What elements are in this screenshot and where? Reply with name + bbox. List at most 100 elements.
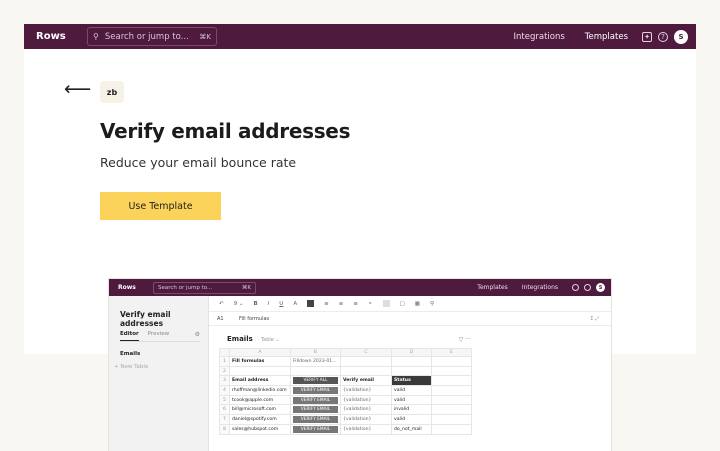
row-number: 7	[219, 414, 230, 425]
table-row: 2	[219, 365, 472, 377]
table-cell: VERIFY ALL	[290, 375, 341, 387]
preview-formula-bar: A1 Fill formulas Σ ⤢	[209, 312, 611, 326]
table-cell: tcook@apple.com	[229, 394, 291, 406]
page-subtitle: Reduce your email bounce rate	[100, 155, 297, 170]
preview-chart-icon: ▦	[414, 300, 420, 307]
gift-icon[interactable]: ✦	[642, 31, 652, 42]
preview-align-right-icon: ≡	[353, 300, 358, 307]
preview-search: Search or jump to... ⌘K	[153, 281, 256, 294]
table-cell	[431, 414, 472, 425]
table-cell: {validation}	[340, 423, 392, 435]
preview-color-swatch	[307, 300, 315, 307]
preview-help-icon	[584, 284, 591, 291]
preview-table-header: Emails · Table ⌄	[227, 335, 280, 343]
verify-email-button: VERIFY EMAIL	[293, 386, 338, 394]
table-row: 1 Fill formulas Filldown 2023-01...	[219, 356, 472, 367]
table-cell	[431, 365, 472, 377]
table-cell	[391, 365, 432, 377]
preview-search-placeholder: Search or jump to...	[158, 284, 213, 291]
preview-table-item: Emails	[120, 351, 141, 357]
use-template-button[interactable]: Use Template	[100, 192, 221, 220]
preview-avatar: S	[596, 283, 605, 292]
table-cell	[431, 394, 472, 406]
preview-table-type: · Table ⌄	[257, 337, 280, 343]
preview-underline-icon: U	[279, 300, 284, 307]
table-row: 3 Email address VERIFY ALL Verify email …	[219, 375, 472, 387]
preview-comment-icon: ▢	[399, 300, 405, 307]
top-app-bar: Rows ⚲ Search or jump to... ⌘K Integrati…	[24, 24, 696, 49]
preview-toolbar: ↶ 9 ⌄ B I U A ≡ ≡ ≡ ⚬ ▢ ▦ ⚲	[209, 296, 611, 312]
table-cell: {validation}	[340, 394, 392, 406]
preview-formula-icon: Σ ⤢	[590, 315, 599, 322]
preview-gift-icon	[572, 284, 579, 291]
table-cell	[229, 365, 291, 377]
preview-filter-icons: ▽ ···	[458, 336, 471, 343]
table-cell: VERIFY EMAIL	[290, 394, 341, 406]
table-cell	[340, 365, 392, 377]
back-arrow-icon[interactable]: ⟵	[64, 79, 91, 99]
top-nav: Integrations Templates ✦ ? S	[514, 29, 696, 44]
help-icon[interactable]: ?	[658, 31, 668, 42]
search-input[interactable]: ⚲ Search or jump to... ⌘K	[87, 27, 217, 46]
table-cell	[431, 375, 472, 387]
table-cell: Email address	[229, 375, 291, 387]
table-cell: valid	[391, 394, 432, 406]
table-cell: valid	[391, 385, 432, 396]
table-row: 7 daniel@spotify.com VERIFY EMAIL {valid…	[219, 414, 472, 425]
table-cell: sales@hubspot.com	[229, 423, 291, 435]
table-cell: Fill formulas	[229, 356, 291, 367]
preview-search-shortcut: ⌘K	[241, 284, 251, 291]
rows-logo[interactable]: Rows	[36, 31, 76, 42]
nav-integrations[interactable]: Integrations	[514, 32, 565, 42]
preview-tab-preview: Preview	[147, 331, 170, 337]
row-number: 3	[219, 375, 230, 387]
search-shortcut: ⌘K	[199, 32, 211, 41]
preview-bold-icon: B	[253, 300, 258, 307]
verify-all-button: VERIFY ALL	[293, 377, 338, 385]
verify-email-button: VERIFY EMAIL	[293, 415, 338, 423]
table-cell: rhoffman@linkedin.com	[229, 385, 291, 396]
preview-logo: Rows	[118, 284, 136, 291]
search-icon: ⚲	[93, 32, 99, 41]
preview-settings-icon: ⚙	[194, 331, 200, 338]
table-cell	[431, 356, 472, 367]
verify-email-button: VERIFY EMAIL	[293, 406, 338, 414]
preview-sheet: Emails · Table ⌄ ▽ ··· A B C D E 1 Fill …	[209, 326, 611, 451]
table-row: 4 rhoffman@linkedin.com VERIFY EMAIL {va…	[219, 385, 472, 396]
preview-top-bar: Rows Search or jump to... ⌘K Templates I…	[109, 279, 611, 296]
preview-undo-icon: ↶	[219, 300, 224, 307]
table-cell	[431, 404, 472, 416]
preview-nav-integrations: Integrations	[521, 284, 558, 291]
table-cell: bill@microsoft.com	[229, 404, 291, 416]
table-cell	[431, 423, 472, 435]
preview-filter-icon: ⚲	[429, 300, 434, 307]
preview-sidebar-title: Verify email addresses	[120, 310, 171, 328]
table-cell	[290, 365, 341, 377]
preview-text-color-icon: A	[293, 300, 298, 307]
table-cell: Filldown 2023-01...	[290, 356, 341, 367]
table-cell: {validation}	[340, 385, 392, 396]
preview-align-center-icon: ≡	[338, 300, 344, 307]
preview-nav-templates: Templates	[477, 284, 508, 291]
template-preview: Rows Search or jump to... ⌘K Templates I…	[109, 279, 611, 451]
verify-email-button: VERIFY EMAIL	[293, 425, 338, 433]
row-number: 2	[219, 365, 230, 377]
preview-nav: Templates Integrations S	[477, 283, 611, 292]
table-cell: VERIFY EMAIL	[290, 404, 341, 416]
publisher-badge: zb	[100, 81, 124, 103]
user-avatar[interactable]: S	[674, 29, 688, 44]
verify-email-button: VERIFY EMAIL	[293, 396, 338, 404]
row-number: 5	[219, 394, 230, 406]
preview-cell-ref: A1	[217, 315, 224, 322]
table-cell: {validation}	[340, 414, 392, 425]
column-header: D	[391, 348, 432, 357]
preview-align-icon: ≡	[324, 300, 329, 307]
table-column-header-row: A B C D E	[219, 348, 472, 357]
table-cell: VERIFY EMAIL	[290, 423, 341, 435]
table-cell: VERIFY EMAIL	[290, 414, 341, 425]
table-cell: valid	[391, 414, 432, 425]
table-cell: {validation}	[340, 404, 392, 416]
nav-templates[interactable]: Templates	[585, 32, 628, 42]
column-header: E	[431, 348, 472, 357]
table-cell: do_not_mail	[391, 423, 432, 435]
